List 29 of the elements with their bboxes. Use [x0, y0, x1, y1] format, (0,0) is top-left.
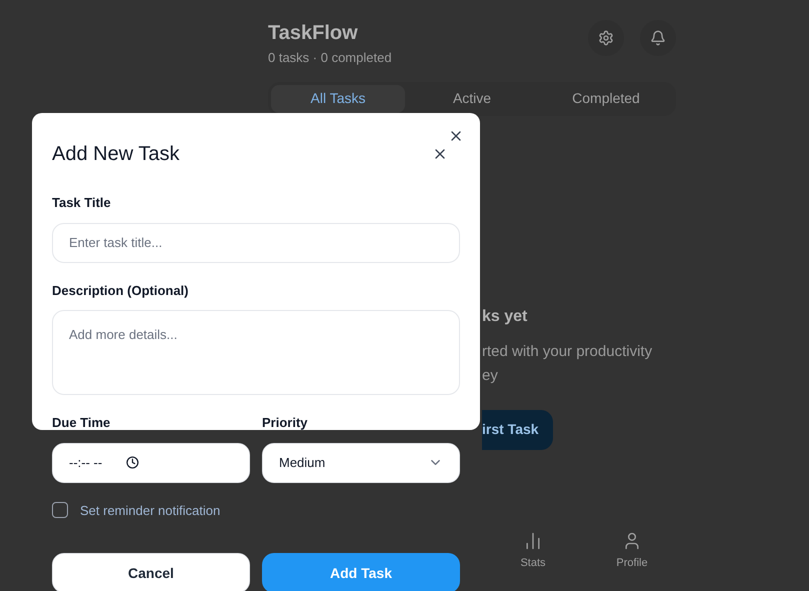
field-label: Priority	[262, 414, 309, 432]
description-input[interactable]: Add more details...	[52, 310, 460, 395]
clock-icon	[126, 456, 140, 469]
priority-select[interactable]: Medium	[262, 442, 460, 482]
settings-icon	[598, 30, 614, 46]
nav-item[interactable]: Stats	[508, 530, 558, 571]
empty-heading: ks yet	[482, 306, 528, 326]
dialog-title: Add New Task	[52, 143, 180, 165]
field-label: Description (Optional)	[52, 282, 190, 300]
settings-button[interactable]	[588, 20, 624, 56]
nav-item[interactable]: Profile	[607, 530, 657, 571]
notifications-button[interactable]	[640, 20, 676, 56]
empty-message: rted with your productivity	[482, 342, 652, 362]
cancel-button[interactable]: Cancel	[52, 553, 250, 591]
bell-icon	[650, 30, 666, 46]
app-title: TaskFlow	[268, 21, 359, 46]
create-task-button[interactable]: irst Task	[482, 410, 553, 450]
field-label: Due Time	[52, 414, 112, 432]
add-task-button[interactable]: Add Task	[262, 553, 460, 591]
filter-tab[interactable]: Active	[405, 84, 539, 112]
title-input[interactable]: Enter task title...	[52, 222, 460, 262]
time-field[interactable]: --:-- --	[52, 442, 250, 482]
field-label: Task Title	[52, 194, 112, 212]
filter-tab[interactable]: All Tasks	[271, 84, 405, 112]
filter-tab[interactable]: Completed	[539, 84, 673, 112]
reminder-label: Set reminder notification	[80, 502, 220, 520]
empty-message: ey	[482, 366, 499, 386]
reminder-checkbox[interactable]	[52, 502, 68, 518]
task-summary: 0 tasks · 0 completed	[268, 49, 392, 67]
